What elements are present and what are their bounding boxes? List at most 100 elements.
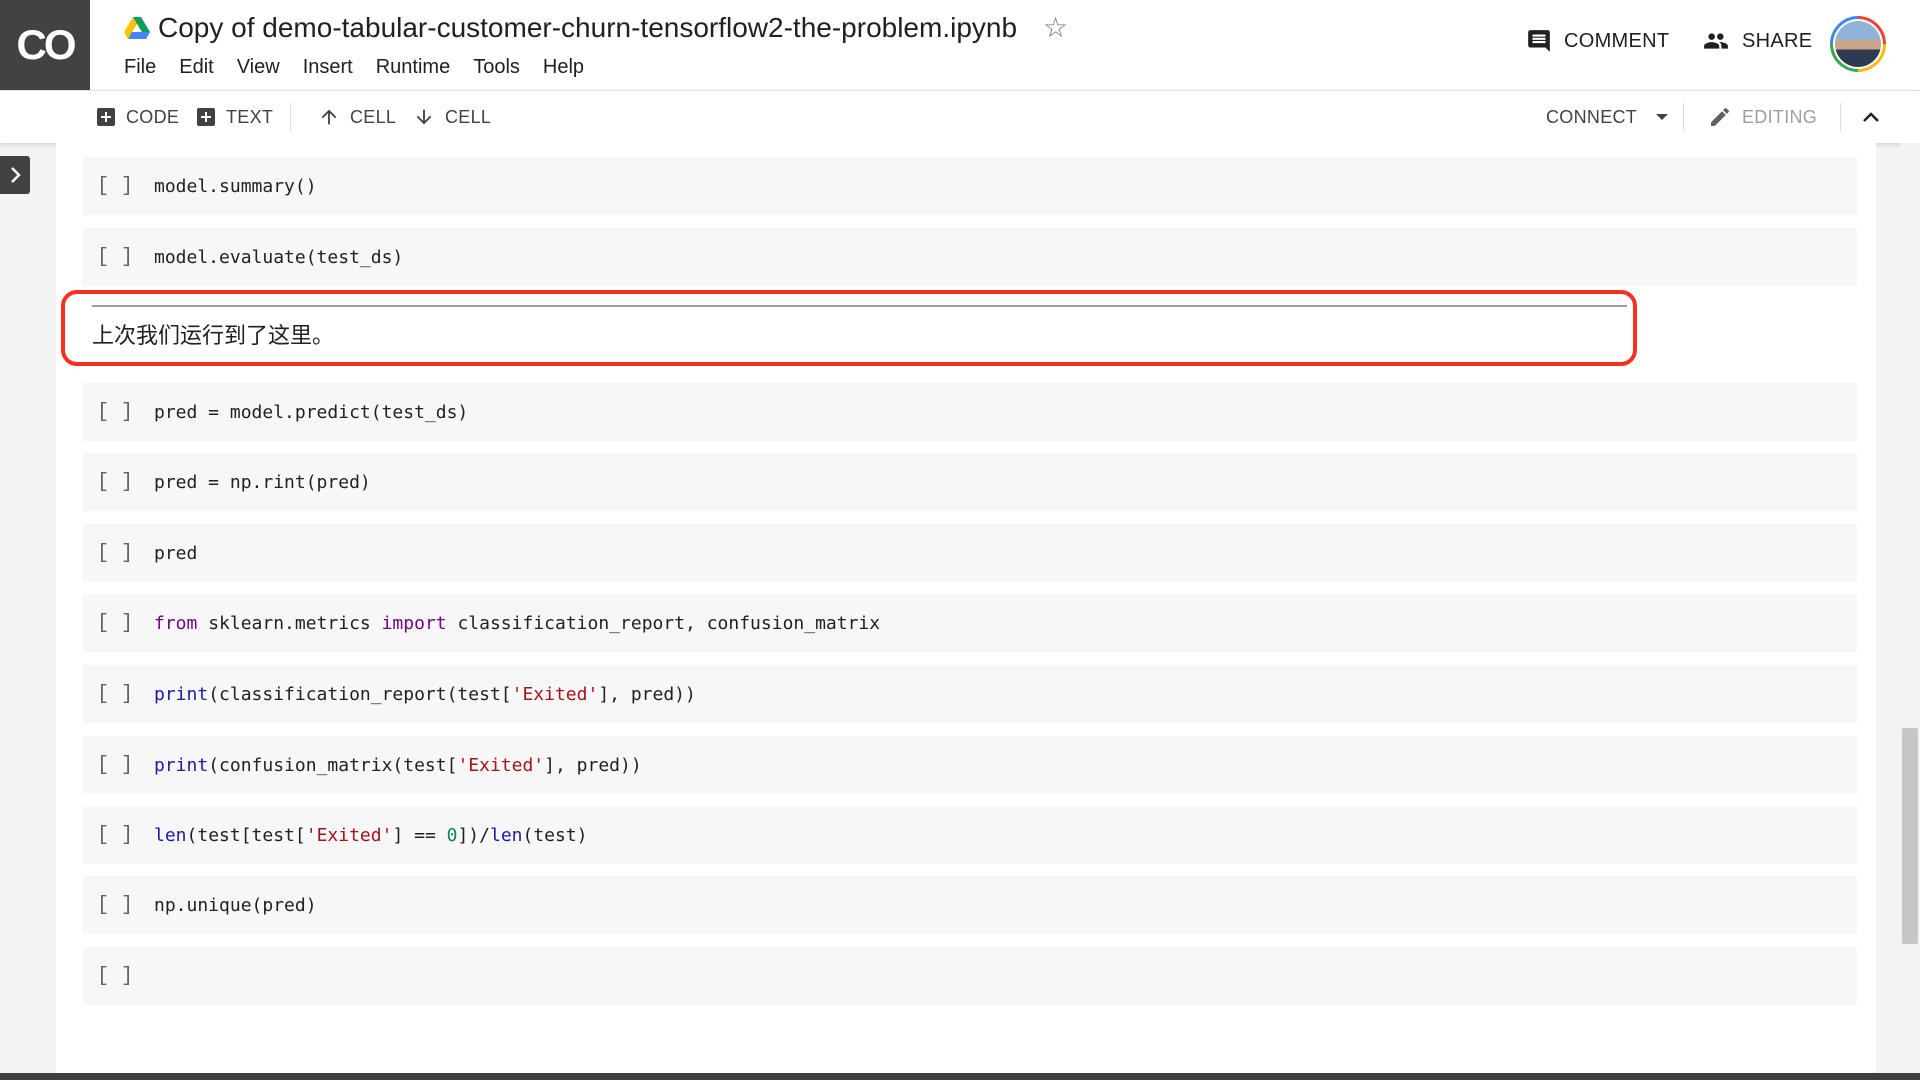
google-drive-icon[interactable] [124, 16, 150, 40]
user-avatar[interactable] [1830, 16, 1886, 72]
run-cell-button[interactable]: [ ] [97, 542, 133, 565]
menu-bar: File Edit View Insert Runtime Tools Help [124, 56, 607, 79]
editing-mode-button[interactable]: EDITING [1708, 91, 1817, 143]
code-cell[interactable]: [ ] pred [83, 524, 1857, 582]
connect-button[interactable]: CONNECT [1546, 91, 1679, 143]
code-cell[interactable]: [ ] model.evaluate(test_ds) [83, 228, 1857, 286]
menu-view[interactable]: View [237, 56, 280, 79]
cell-code[interactable]: pred = np.rint(pred) [154, 472, 371, 493]
add-text-label: TEXT [226, 106, 274, 127]
notebook-title[interactable]: Copy of demo-tabular-customer-churn-tens… [158, 12, 1017, 44]
menu-help[interactable]: Help [543, 56, 584, 79]
star-icon[interactable]: ☆ [1043, 14, 1068, 42]
cell-code[interactable]: print(classification_report(test['Exited… [154, 684, 696, 705]
cell-code[interactable]: model.evaluate(test_ds) [154, 247, 403, 268]
dropdown-caret-icon [1656, 114, 1669, 120]
notebook-toolbar: CODE TEXT CELL CELL CONNECT EDITING [0, 90, 1920, 143]
run-cell-button[interactable]: [ ] [97, 683, 133, 706]
string-token: 'Exited' [457, 754, 545, 776]
toolbar-divider [290, 103, 291, 131]
comment-icon [1528, 30, 1550, 52]
move-cell-up-button[interactable]: CELL [318, 91, 396, 143]
menu-file[interactable]: File [124, 56, 156, 79]
collapse-header-button[interactable] [1862, 91, 1890, 143]
code-cell[interactable]: [ ] print(classification_report(test['Ex… [83, 665, 1857, 723]
pencil-icon [1711, 107, 1730, 126]
code-cell-empty[interactable]: [ ] [83, 947, 1857, 1005]
run-cell-button[interactable]: [ ] [97, 471, 133, 494]
toolbar-divider [1683, 103, 1684, 131]
menu-edit[interactable]: Edit [179, 56, 213, 79]
move-cell-down-button[interactable]: CELL [413, 91, 491, 143]
share-button[interactable]: SHARE [1702, 28, 1812, 54]
cell-code[interactable]: pred [154, 543, 197, 564]
title-row: Copy of demo-tabular-customer-churn-tens… [124, 10, 1068, 46]
cell-down-label: CELL [445, 106, 492, 127]
code-token: (confusion_matrix(test[ [208, 754, 458, 776]
comment-button[interactable]: COMMENT [1526, 28, 1669, 54]
people-icon [1704, 33, 1728, 49]
side-panel-toggle[interactable] [0, 156, 30, 194]
code-cell[interactable]: [ ] from sklearn.metrics import classifi… [83, 594, 1857, 652]
cell-code[interactable]: len(test[test['Exited'] == 0])/len(test) [154, 825, 588, 846]
code-token: classification_report, confusion_matrix [446, 612, 881, 634]
menu-insert[interactable]: Insert [303, 56, 353, 79]
logo-text: CO [16, 21, 77, 68]
run-cell-button[interactable]: [ ] [97, 246, 133, 269]
code-token: (test[test[ [186, 824, 306, 846]
code-cell[interactable]: [ ] np.unique(pred) [83, 876, 1857, 934]
add-box-icon [97, 108, 115, 126]
avatar-ring [1833, 19, 1883, 69]
arrow-down-icon [416, 109, 432, 125]
keyword-token: from [154, 612, 198, 634]
notebook-area: [ ] model.summary() [ ] model.evaluate(t… [56, 143, 1876, 1073]
colab-logo[interactable]: CO [0, 0, 90, 90]
scrollbar-thumb[interactable] [1902, 728, 1918, 944]
code-token: sklearn.metrics [197, 612, 382, 634]
add-code-label: CODE [126, 106, 180, 127]
arrow-up-icon [321, 109, 337, 125]
run-cell-button[interactable]: [ ] [97, 894, 133, 917]
chevron-right-icon [11, 167, 21, 183]
add-box-icon [197, 108, 215, 126]
builtin-token: print [154, 683, 209, 705]
run-cell-button[interactable]: [ ] [97, 175, 133, 198]
chevron-up-icon [1863, 112, 1879, 122]
code-token: ], pred)) [544, 754, 642, 776]
cell-code[interactable]: np.unique(pred) [154, 895, 317, 916]
add-code-button[interactable]: CODE [96, 91, 179, 143]
cell-code[interactable]: pred = model.predict(test_ds) [154, 402, 468, 423]
comment-label: COMMENT [1564, 29, 1670, 52]
menu-tools[interactable]: Tools [473, 56, 520, 79]
code-cell[interactable]: [ ] len(test[test['Exited'] == 0])/len(t… [83, 806, 1857, 864]
cell-code[interactable]: print(confusion_matrix(test['Exited'], p… [154, 755, 642, 776]
editing-label: EDITING [1742, 106, 1818, 127]
builtin-token: len [154, 824, 187, 846]
string-token: 'Exited' [305, 824, 393, 846]
highlight-annotation-box [61, 290, 1637, 366]
code-cell[interactable]: [ ] print(confusion_matrix(test['Exited'… [83, 736, 1857, 794]
menu-runtime[interactable]: Runtime [376, 56, 450, 79]
run-cell-button[interactable]: [ ] [97, 612, 133, 635]
code-token: ] == [392, 824, 447, 846]
toolbar-divider [1840, 103, 1841, 131]
string-token: 'Exited' [511, 683, 599, 705]
bottom-edge [0, 1073, 1920, 1080]
run-cell-button[interactable]: [ ] [97, 754, 133, 777]
run-cell-button[interactable]: [ ] [97, 401, 133, 424]
cell-code[interactable]: model.summary() [154, 176, 317, 197]
cell-code[interactable]: from sklearn.metrics import classificati… [154, 613, 880, 634]
code-cell[interactable]: [ ] pred = model.predict(test_ds) [83, 383, 1857, 441]
add-text-button[interactable]: TEXT [196, 91, 273, 143]
builtin-token: print [154, 754, 209, 776]
code-cell[interactable]: [ ] model.summary() [83, 157, 1857, 215]
builtin-token: len [489, 824, 523, 846]
share-label: SHARE [1742, 29, 1813, 52]
run-cell-button[interactable]: [ ] [97, 965, 133, 988]
connect-label: CONNECT [1546, 106, 1638, 127]
number-token: 0 [446, 824, 458, 846]
code-cell[interactable]: [ ] pred = np.rint(pred) [83, 453, 1857, 511]
run-cell-button[interactable]: [ ] [97, 824, 133, 847]
code-token: ])/ [457, 824, 490, 846]
cell-up-label: CELL [350, 106, 397, 127]
